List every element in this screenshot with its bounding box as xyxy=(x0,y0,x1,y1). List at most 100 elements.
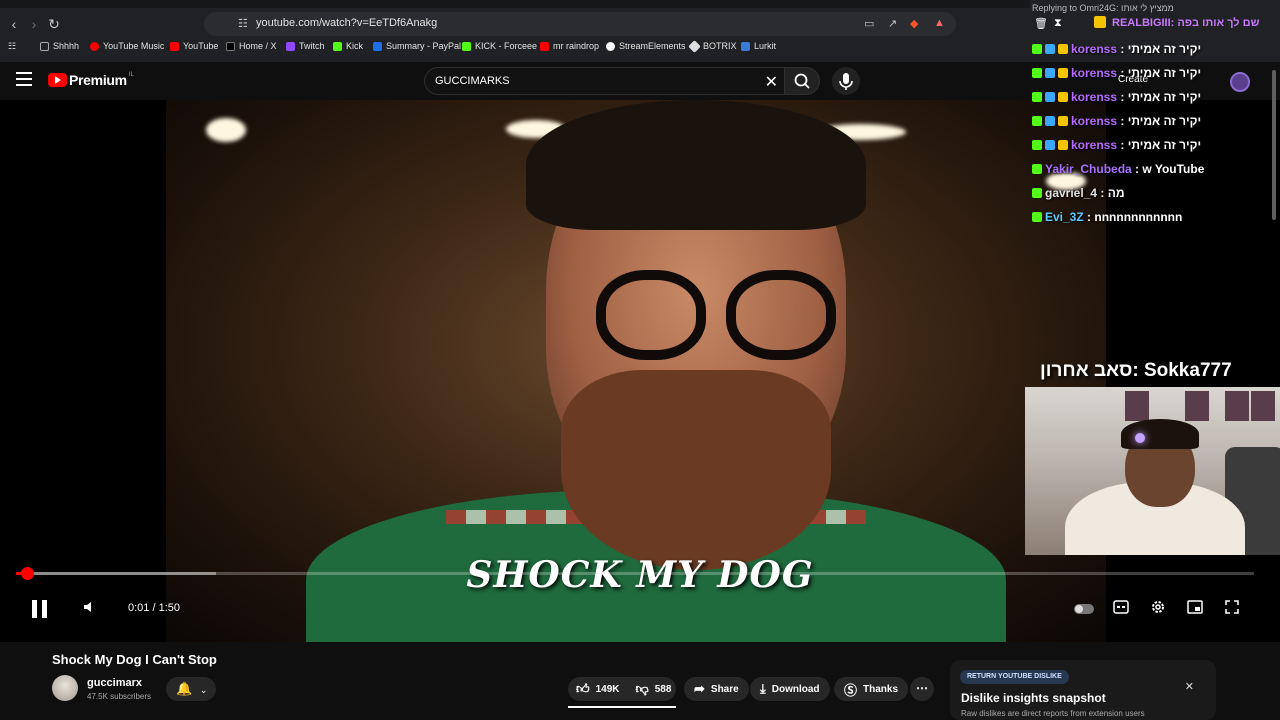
captions-button[interactable] xyxy=(1113,600,1129,619)
chat-text: יקיר זה אמיתי xyxy=(1127,90,1202,104)
gem-badge-icon xyxy=(1045,44,1055,54)
hourglass-icon: ⧗ xyxy=(1054,17,1062,29)
bookmark-lurkit[interactable]: Lurkit xyxy=(741,41,776,51)
chat-scrollbar[interactable] xyxy=(1272,70,1276,220)
url-text: youtube.com/watch?v=EeTDf6Anakg xyxy=(256,17,438,29)
kick-icon xyxy=(333,41,342,51)
kick-badge-icon xyxy=(1032,44,1042,54)
video-title: Shock My Dog I Can't Stop xyxy=(52,652,217,667)
crown-badge-icon xyxy=(1058,68,1068,78)
chat-message: korenss : יקיר זה אמיתי xyxy=(1032,112,1201,130)
share-icon: ➦ xyxy=(694,681,705,696)
card-heading: Dislike insights snapshot xyxy=(961,691,1106,705)
video-caption: SHOCK MY DOG xyxy=(466,554,814,596)
kick-icon xyxy=(462,41,471,51)
chat-message: korenss : יקיר זה אמיתי xyxy=(1032,88,1201,106)
folder-icon xyxy=(40,41,49,51)
menu-icon[interactable] xyxy=(16,72,32,86)
lurkit-icon xyxy=(741,41,750,51)
bookmark-mr-raindrop[interactable]: mr raindrop xyxy=(540,41,599,51)
chat-message: Yakir_Chubeda : w YouTube xyxy=(1032,160,1204,178)
pause-button[interactable] xyxy=(32,600,48,618)
gear-icon xyxy=(1152,601,1164,613)
crown-badge-icon xyxy=(1094,16,1106,28)
bookmarks-bar: ☷ Shhhh YouTube Music YouTube Home / X T… xyxy=(0,38,1030,58)
youtube-play-icon xyxy=(48,73,67,87)
download-icon: ⤓ xyxy=(760,681,766,696)
bookmark-shhhh[interactable]: Shhhh xyxy=(40,41,79,51)
bookmark-kick-forceee[interactable]: KICK - Forceee xyxy=(462,41,537,51)
search-query: GUCCIMARKS xyxy=(435,75,510,87)
bookmark-kick[interactable]: Kick xyxy=(333,41,363,51)
forward-icon[interactable]: › xyxy=(24,14,44,34)
youtube-icon xyxy=(540,41,549,51)
chat-text: מה xyxy=(1107,186,1125,200)
bookmark-x[interactable]: Home / X xyxy=(226,41,277,51)
chat-message: korenss : יקיר זה אמיתי xyxy=(1032,40,1201,58)
rewards-icon[interactable]: ▲ xyxy=(934,17,945,29)
notifications-button[interactable]: 🔔 ⌄ xyxy=(166,677,216,701)
chat-message: korenss : יקיר זה אמיתי xyxy=(1032,64,1201,82)
video-details: Shock My Dog I Can't Stop guccimarx 47.5… xyxy=(0,642,1280,720)
volume-button[interactable] xyxy=(82,599,98,620)
back-icon[interactable]: ‹ xyxy=(4,14,24,34)
gem-badge-icon xyxy=(1045,92,1055,102)
cast-icon[interactable]: ▭ xyxy=(864,17,874,30)
chat-text: יקיר זה אמיתי xyxy=(1127,66,1202,80)
miniplayer-button[interactable] xyxy=(1187,600,1203,619)
channel-avatar[interactable] xyxy=(52,675,78,701)
chat-text: יקיר זה אמיתי xyxy=(1127,138,1202,152)
microphone-icon xyxy=(839,73,853,90)
trash-icon: 🗑 xyxy=(1034,18,1048,30)
crown-badge-icon xyxy=(1058,140,1068,150)
progress-bar[interactable] xyxy=(16,567,1254,580)
close-icon[interactable]: ✕ xyxy=(1185,680,1194,693)
chat-message: korenss : יקיר זה אמיתי xyxy=(1032,136,1201,154)
bookmark-youtube-music[interactable]: YouTube Music xyxy=(90,41,164,51)
bell-icon: 🔔 xyxy=(176,681,193,696)
like-button[interactable]: 👍︎ 149K xyxy=(568,677,628,701)
site-info-icon[interactable]: ☷ xyxy=(238,17,248,30)
reload-icon[interactable]: ↻ xyxy=(44,14,64,34)
bookmark-youtube[interactable]: YouTube xyxy=(170,41,218,51)
autoplay-toggle[interactable] xyxy=(1074,604,1094,614)
fullscreen-button[interactable] xyxy=(1225,600,1239,619)
chat-username: korenss xyxy=(1071,114,1118,128)
chat-username: korenss xyxy=(1071,90,1118,104)
thumbs-up-icon: 👍︎ xyxy=(576,681,590,696)
volume-icon xyxy=(84,602,91,612)
youtube-logo[interactable]: Premium IL xyxy=(48,72,134,88)
dislike-button[interactable]: 👎︎ 588 xyxy=(628,677,680,701)
search-icon xyxy=(794,73,810,89)
channel-name[interactable]: guccimarx xyxy=(87,677,142,689)
search-input[interactable]: GUCCIMARKS ✕ xyxy=(424,67,784,95)
chat-username: korenss xyxy=(1071,138,1118,152)
clear-search-icon[interactable]: ✕ xyxy=(765,72,778,92)
chevron-down-icon: ⌄ xyxy=(199,685,208,695)
apps-icon[interactable]: ☷ xyxy=(8,41,16,52)
gem-badge-icon xyxy=(1045,116,1055,126)
brave-shield-icon[interactable]: ◆ xyxy=(910,17,918,30)
thanks-button[interactable]: Ⓢ Thanks xyxy=(834,677,909,701)
bookmark-twitch[interactable]: Twitch xyxy=(286,41,325,51)
more-actions-button[interactable]: ⋯ xyxy=(910,677,934,701)
thanks-icon: Ⓢ xyxy=(844,682,858,698)
kick-badge-icon xyxy=(1032,140,1042,150)
gem-badge-icon xyxy=(1045,68,1055,78)
address-bar[interactable]: ☷ youtube.com/watch?v=EeTDf6Anakg ▭ ↗ ◆ … xyxy=(204,12,956,36)
chat-message: Evi_3Z : nnnnnnnnnnnn xyxy=(1032,208,1182,226)
streamelements-icon xyxy=(606,41,615,51)
bookmark-paypal[interactable]: Summary - PayPal xyxy=(373,41,461,51)
bookmark-botrix[interactable]: BOTRIX xyxy=(688,39,737,53)
share-button[interactable]: ➦ Share xyxy=(684,677,749,701)
share-icon[interactable]: ↗ xyxy=(888,17,897,30)
search-button[interactable] xyxy=(784,67,820,95)
miniplayer-icon xyxy=(1187,600,1203,614)
captions-icon xyxy=(1113,600,1129,614)
download-button[interactable]: ⤓ Download xyxy=(750,677,830,701)
voice-search-button[interactable] xyxy=(832,67,860,95)
chat-text: nnnnnnnnnnnn xyxy=(1094,210,1183,224)
bookmark-streamelements[interactable]: StreamElements xyxy=(606,41,686,51)
crown-badge-icon xyxy=(1058,44,1068,54)
settings-button[interactable] xyxy=(1150,599,1166,620)
